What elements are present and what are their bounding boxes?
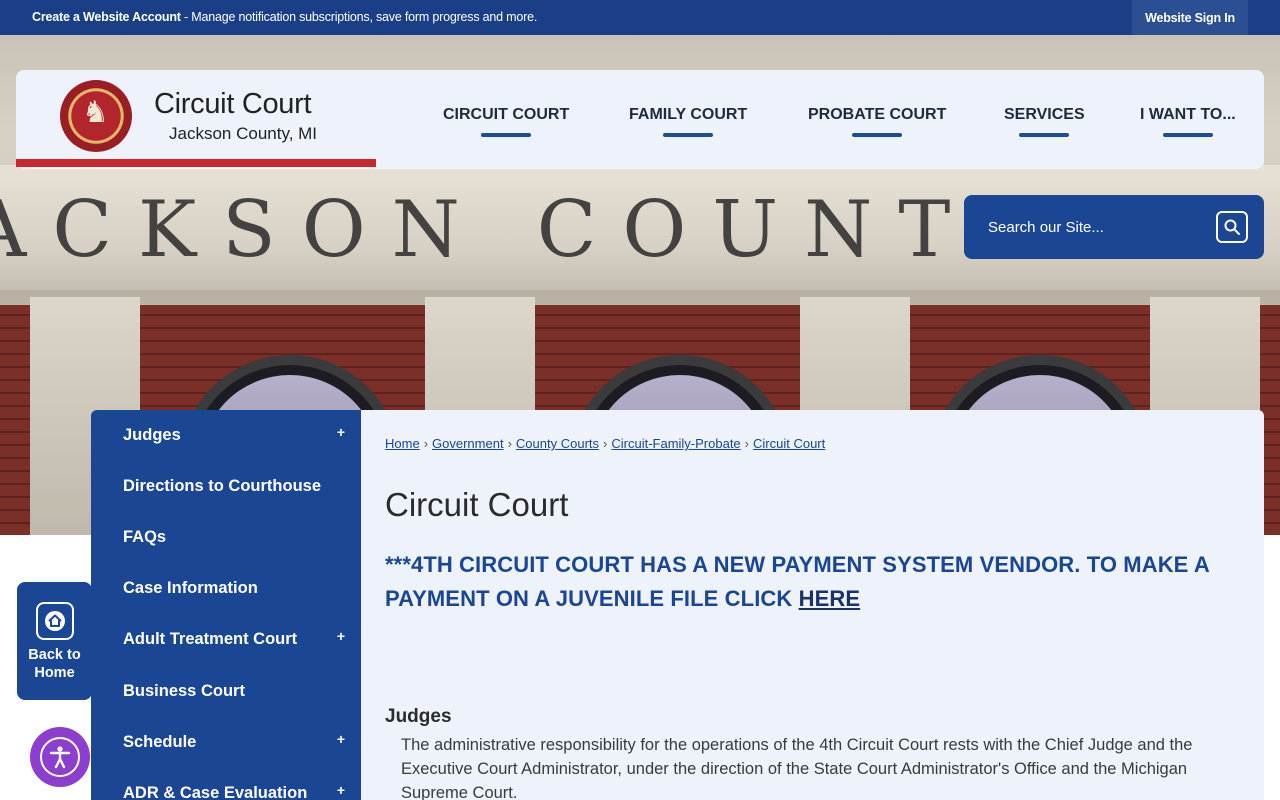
site-subtitle: Jackson County, MI [169, 124, 318, 143]
sidebar-item-adult-treatment-court[interactable]: Adult Treatment Court + [91, 614, 361, 665]
back-to-home-line1: Back to [28, 647, 81, 663]
breadcrumb-link-circuit-court[interactable]: Circuit Court [753, 436, 825, 451]
sidebar-item-label: Case Information [123, 579, 258, 597]
sidebar-item-business-court[interactable]: Business Court [91, 666, 361, 717]
sidebar-item-case-information[interactable]: Case Information [91, 563, 361, 614]
sidebar-item-adr-case-evaluation[interactable]: ADR & Case Evaluation + [91, 768, 361, 800]
horse-icon: ♞ [82, 96, 109, 129]
payment-here-link[interactable]: HERE [799, 586, 861, 611]
sidebar-item-faqs[interactable]: FAQs [91, 512, 361, 563]
payment-notice: ***4TH CIRCUIT COURT HAS A NEW PAYMENT S… [385, 548, 1225, 616]
sidebar-item-label: Adult Treatment Court [123, 630, 298, 648]
search-input[interactable] [988, 215, 1208, 239]
nav-underline [852, 133, 903, 137]
breadcrumb-link-home[interactable]: Home [385, 436, 420, 451]
nav-services[interactable]: SERVICES [1004, 106, 1085, 140]
nav-underline [1162, 133, 1213, 137]
back-to-home-button[interactable]: Back to Home [17, 582, 92, 700]
expand-icon[interactable]: + [337, 782, 345, 798]
expand-icon[interactable]: + [337, 628, 345, 644]
nav-family-court[interactable]: FAMILY COURT [629, 106, 747, 140]
sidebar-item-label: Directions to Courthouse [123, 477, 322, 495]
breadcrumb-link-government[interactable]: Government [432, 436, 504, 451]
website-sign-in-button[interactable]: Website Sign In [1132, 0, 1248, 35]
breadcrumb-separator: › [603, 436, 608, 451]
section-body-judges: The administrative responsibility for th… [401, 736, 1193, 800]
breadcrumb: Home › Government › County Courts › Circuit-Fa… [385, 436, 825, 451]
create-account-link[interactable]: Create a Website Account [32, 10, 181, 24]
breadcrumb-link-circuit-family-probate[interactable]: Circuit-Family-Probate [611, 436, 740, 451]
accessibility-icon [40, 737, 80, 777]
account-message: Create a Website Account - Manage notifi… [32, 10, 537, 24]
section-heading-judges: Judges [385, 706, 452, 727]
nav-probate-court[interactable]: PROBATE COURT [808, 106, 946, 140]
site-title[interactable]: Circuit Court [154, 88, 312, 121]
header-accent-bar [16, 159, 376, 167]
sidebar-item-judges[interactable]: Judges + [91, 410, 361, 461]
sidebar-nav: Judges + Directions to Courthouse FAQs C… [91, 410, 361, 800]
site-search [964, 195, 1264, 259]
sidebar-item-label: ADR & Case Evaluation [123, 784, 308, 800]
page-title: Circuit Court [385, 486, 569, 523]
back-to-home-line2: Home [34, 665, 75, 681]
nav-label: CIRCUIT COURT [443, 106, 570, 123]
search-icon [1224, 219, 1240, 235]
nav-i-want-to[interactable]: I WANT TO... [1140, 106, 1236, 140]
breadcrumb-link-county-courts[interactable]: County Courts [516, 436, 599, 451]
nav-underline [663, 133, 714, 137]
breadcrumb-separator: › [744, 436, 750, 451]
account-description: - Manage notification subscriptions, sav… [180, 10, 538, 24]
nav-label: I WANT TO... [1140, 106, 1236, 123]
back-to-home-label: Back to Home [17, 646, 92, 682]
sidebar-item-label: Business Court [123, 682, 245, 700]
nav-circuit-court[interactable]: CIRCUIT COURT [443, 106, 569, 140]
main-content: Home › Government › County Courts › Circuit-Fa… [361, 410, 1264, 800]
sidebar-item-label: FAQs [123, 528, 167, 546]
breadcrumb-separator: › [423, 436, 429, 451]
search-button[interactable] [1216, 211, 1248, 243]
nav-label: FAMILY COURT [629, 106, 748, 123]
expand-icon[interactable]: + [337, 424, 345, 440]
sidebar-item-directions[interactable]: Directions to Courthouse [91, 461, 361, 512]
nav-label: PROBATE COURT [808, 106, 947, 123]
breadcrumb-separator: › [507, 436, 512, 451]
payment-notice-text: ***4TH CIRCUIT COURT HAS A NEW PAYMENT S… [385, 552, 1210, 611]
county-seal-logo[interactable]: ♞ [60, 80, 132, 152]
home-icon [36, 602, 74, 640]
sidebar-item-label: Schedule [123, 733, 197, 751]
sidebar-item-label: Judges [123, 426, 181, 444]
accessibility-button[interactable] [30, 727, 90, 787]
sidebar-item-schedule[interactable]: Schedule + [91, 717, 361, 768]
nav-label: SERVICES [1004, 106, 1085, 123]
expand-icon[interactable]: + [337, 731, 345, 747]
nav-underline [1019, 133, 1070, 137]
nav-underline [481, 133, 532, 137]
top-utility-bar: Create a Website Account - Manage notifi… [0, 0, 1280, 35]
hero-cornice [0, 290, 1280, 304]
